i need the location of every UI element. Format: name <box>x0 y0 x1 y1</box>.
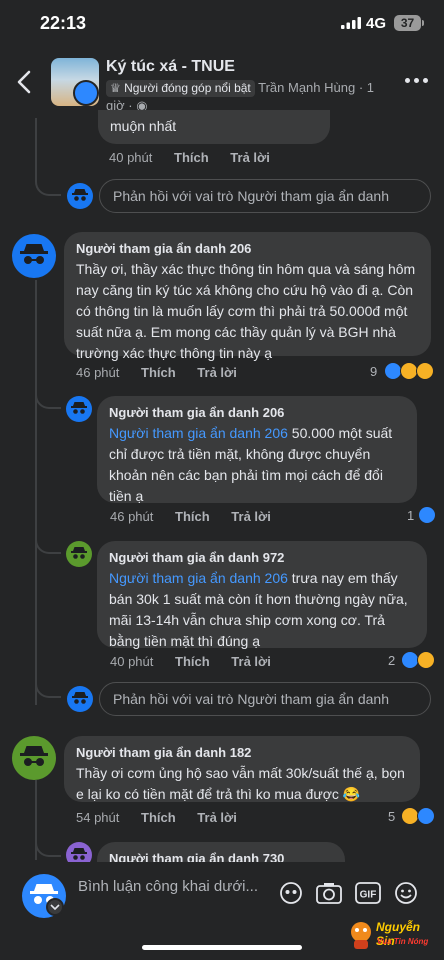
camera-icon[interactable] <box>316 882 342 904</box>
wow-reaction-icon <box>416 362 434 380</box>
home-indicator <box>142 945 302 950</box>
anonymous-avatar <box>67 183 93 209</box>
comment-time: 40 phút <box>109 150 153 165</box>
thread-line <box>35 385 61 409</box>
sad-reaction-icon <box>417 651 435 669</box>
status-bar: 22:13 4G 37 <box>0 0 444 48</box>
comment-actions: 40 phút Thích Trả lời <box>109 150 288 165</box>
comment-text: Thầy ơi, thầy xác thực thông tin hôm qua… <box>76 261 416 361</box>
battery-icon: 37 <box>394 15 424 31</box>
comment-time: 46 phút <box>76 365 120 380</box>
reply-button[interactable]: Trả lời <box>231 654 271 669</box>
comment-bubble: Người tham gia ẩn danh 182 Thầy ơi cơm ủ… <box>64 736 420 802</box>
group-name[interactable]: Ký túc xá - TNUE <box>106 58 235 76</box>
comment-text: Thầy ơi cơm ủng hộ sao vẫn mất 30k/suất … <box>76 765 405 802</box>
like-button[interactable]: Thích <box>174 150 209 165</box>
comment-author[interactable]: Người tham gia ẩn danh 182 <box>76 744 408 762</box>
like-reaction-icon <box>417 807 435 825</box>
comment-bubble: Người tham gia ẩn danh 206 Thầy ơi, thầy… <box>64 232 431 361</box>
reply-input[interactable]: Phản hồi với vai trò Người tham gia ẩn d… <box>99 682 431 716</box>
thread-line <box>35 160 61 196</box>
watermark-logo: Nguyễn Sin Vua Tin Nóng <box>348 918 438 956</box>
mascot-icon <box>351 922 371 949</box>
status-time: 22:13 <box>40 13 87 33</box>
chevron-down-icon[interactable] <box>46 898 64 916</box>
mention-link[interactable]: Người tham gia ẩn danh 206 <box>109 425 288 441</box>
reply-input[interactable]: Phản hồi với vai trò Người tham gia ẩn d… <box>99 179 431 213</box>
gif-icon[interactable]: GIF <box>355 882 381 904</box>
like-reaction-icon <box>418 506 436 524</box>
network-type: 4G <box>366 15 387 32</box>
comment-text: Người tham gia ẩn danh 206 trưa nay em t… <box>109 570 408 649</box>
reaction-summary[interactable]: 2 <box>388 651 438 671</box>
comment-bubble: Người tham gia ẩn danh 972 Người tham gi… <box>97 541 427 649</box>
thread-line <box>35 672 61 698</box>
comment-input[interactable]: Bình luận công khai dưới... <box>78 878 278 895</box>
comment-actions: 54 phút Thích Trả lời <box>76 810 255 825</box>
anonymous-avatar[interactable] <box>12 736 56 780</box>
group-avatar[interactable] <box>51 58 99 106</box>
post-header: Ký túc xá - TNUE ♕ Người đóng góp nổi bậ… <box>0 48 444 116</box>
comment-author[interactable]: Người tham gia ẩn danh 206 <box>109 404 405 422</box>
comment-actions: 40 phút Thích Trả lời <box>110 654 289 669</box>
more-options-icon[interactable] <box>405 78 429 86</box>
reaction-summary[interactable]: 9 <box>370 362 438 382</box>
avatar-sticker-icon[interactable] <box>279 881 303 905</box>
svg-text:GIF: GIF <box>360 890 377 901</box>
comment-author[interactable]: Người tham gia ẩn danh 972 <box>109 549 415 567</box>
comment-time: 40 phút <box>110 654 154 669</box>
thread-line <box>35 280 37 705</box>
like-button[interactable]: Thích <box>141 810 176 825</box>
mention-link[interactable]: Người tham gia ẩn danh 206 <box>109 570 288 586</box>
comment-author[interactable]: Người tham gia ẩn danh 206 <box>76 240 419 258</box>
thread-line <box>35 835 61 857</box>
comment-bubble: muộn nhất <box>98 110 330 144</box>
reply-button[interactable]: Trả lời <box>231 509 271 524</box>
anonymous-avatar[interactable] <box>12 234 56 278</box>
comment-time: 54 phút <box>76 810 120 825</box>
comment-actions: 46 phút Thích Trả lời <box>110 509 289 524</box>
reaction-summary[interactable]: 5 <box>388 807 438 827</box>
post-meta: ♕ Người đóng góp nổi bật Trần Mạnh Hùng … <box>106 80 375 113</box>
comment-time: 46 phút <box>110 509 154 524</box>
like-button[interactable]: Thích <box>175 654 210 669</box>
reply-button[interactable]: Trả lời <box>197 365 237 380</box>
contributor-badge: ♕ Người đóng góp nổi bật <box>106 80 255 97</box>
thread-line <box>35 530 61 554</box>
reply-button[interactable]: Trả lời <box>230 150 270 165</box>
like-button[interactable]: Thích <box>175 509 210 524</box>
anonymous-avatar <box>67 686 93 712</box>
post-author[interactable]: Trần Mạnh Hùng <box>258 80 355 95</box>
anonymous-avatar[interactable] <box>66 541 92 567</box>
like-button[interactable]: Thích <box>141 365 176 380</box>
reaction-summary[interactable]: 1 <box>407 506 439 526</box>
reply-button[interactable]: Trả lời <box>197 810 237 825</box>
comment-bubble: Người tham gia ẩn danh 206 Người tham gi… <box>97 396 417 504</box>
comment-text: Người tham gia ẩn danh 206 50.000 một su… <box>109 425 393 504</box>
signal-icon <box>341 17 361 29</box>
anonymous-avatar[interactable] <box>66 396 92 422</box>
author-avatar <box>73 80 99 106</box>
comment-actions: 46 phút Thích Trả lời <box>76 365 255 380</box>
emoji-icon[interactable] <box>394 881 418 905</box>
back-arrow-icon[interactable] <box>14 68 36 96</box>
